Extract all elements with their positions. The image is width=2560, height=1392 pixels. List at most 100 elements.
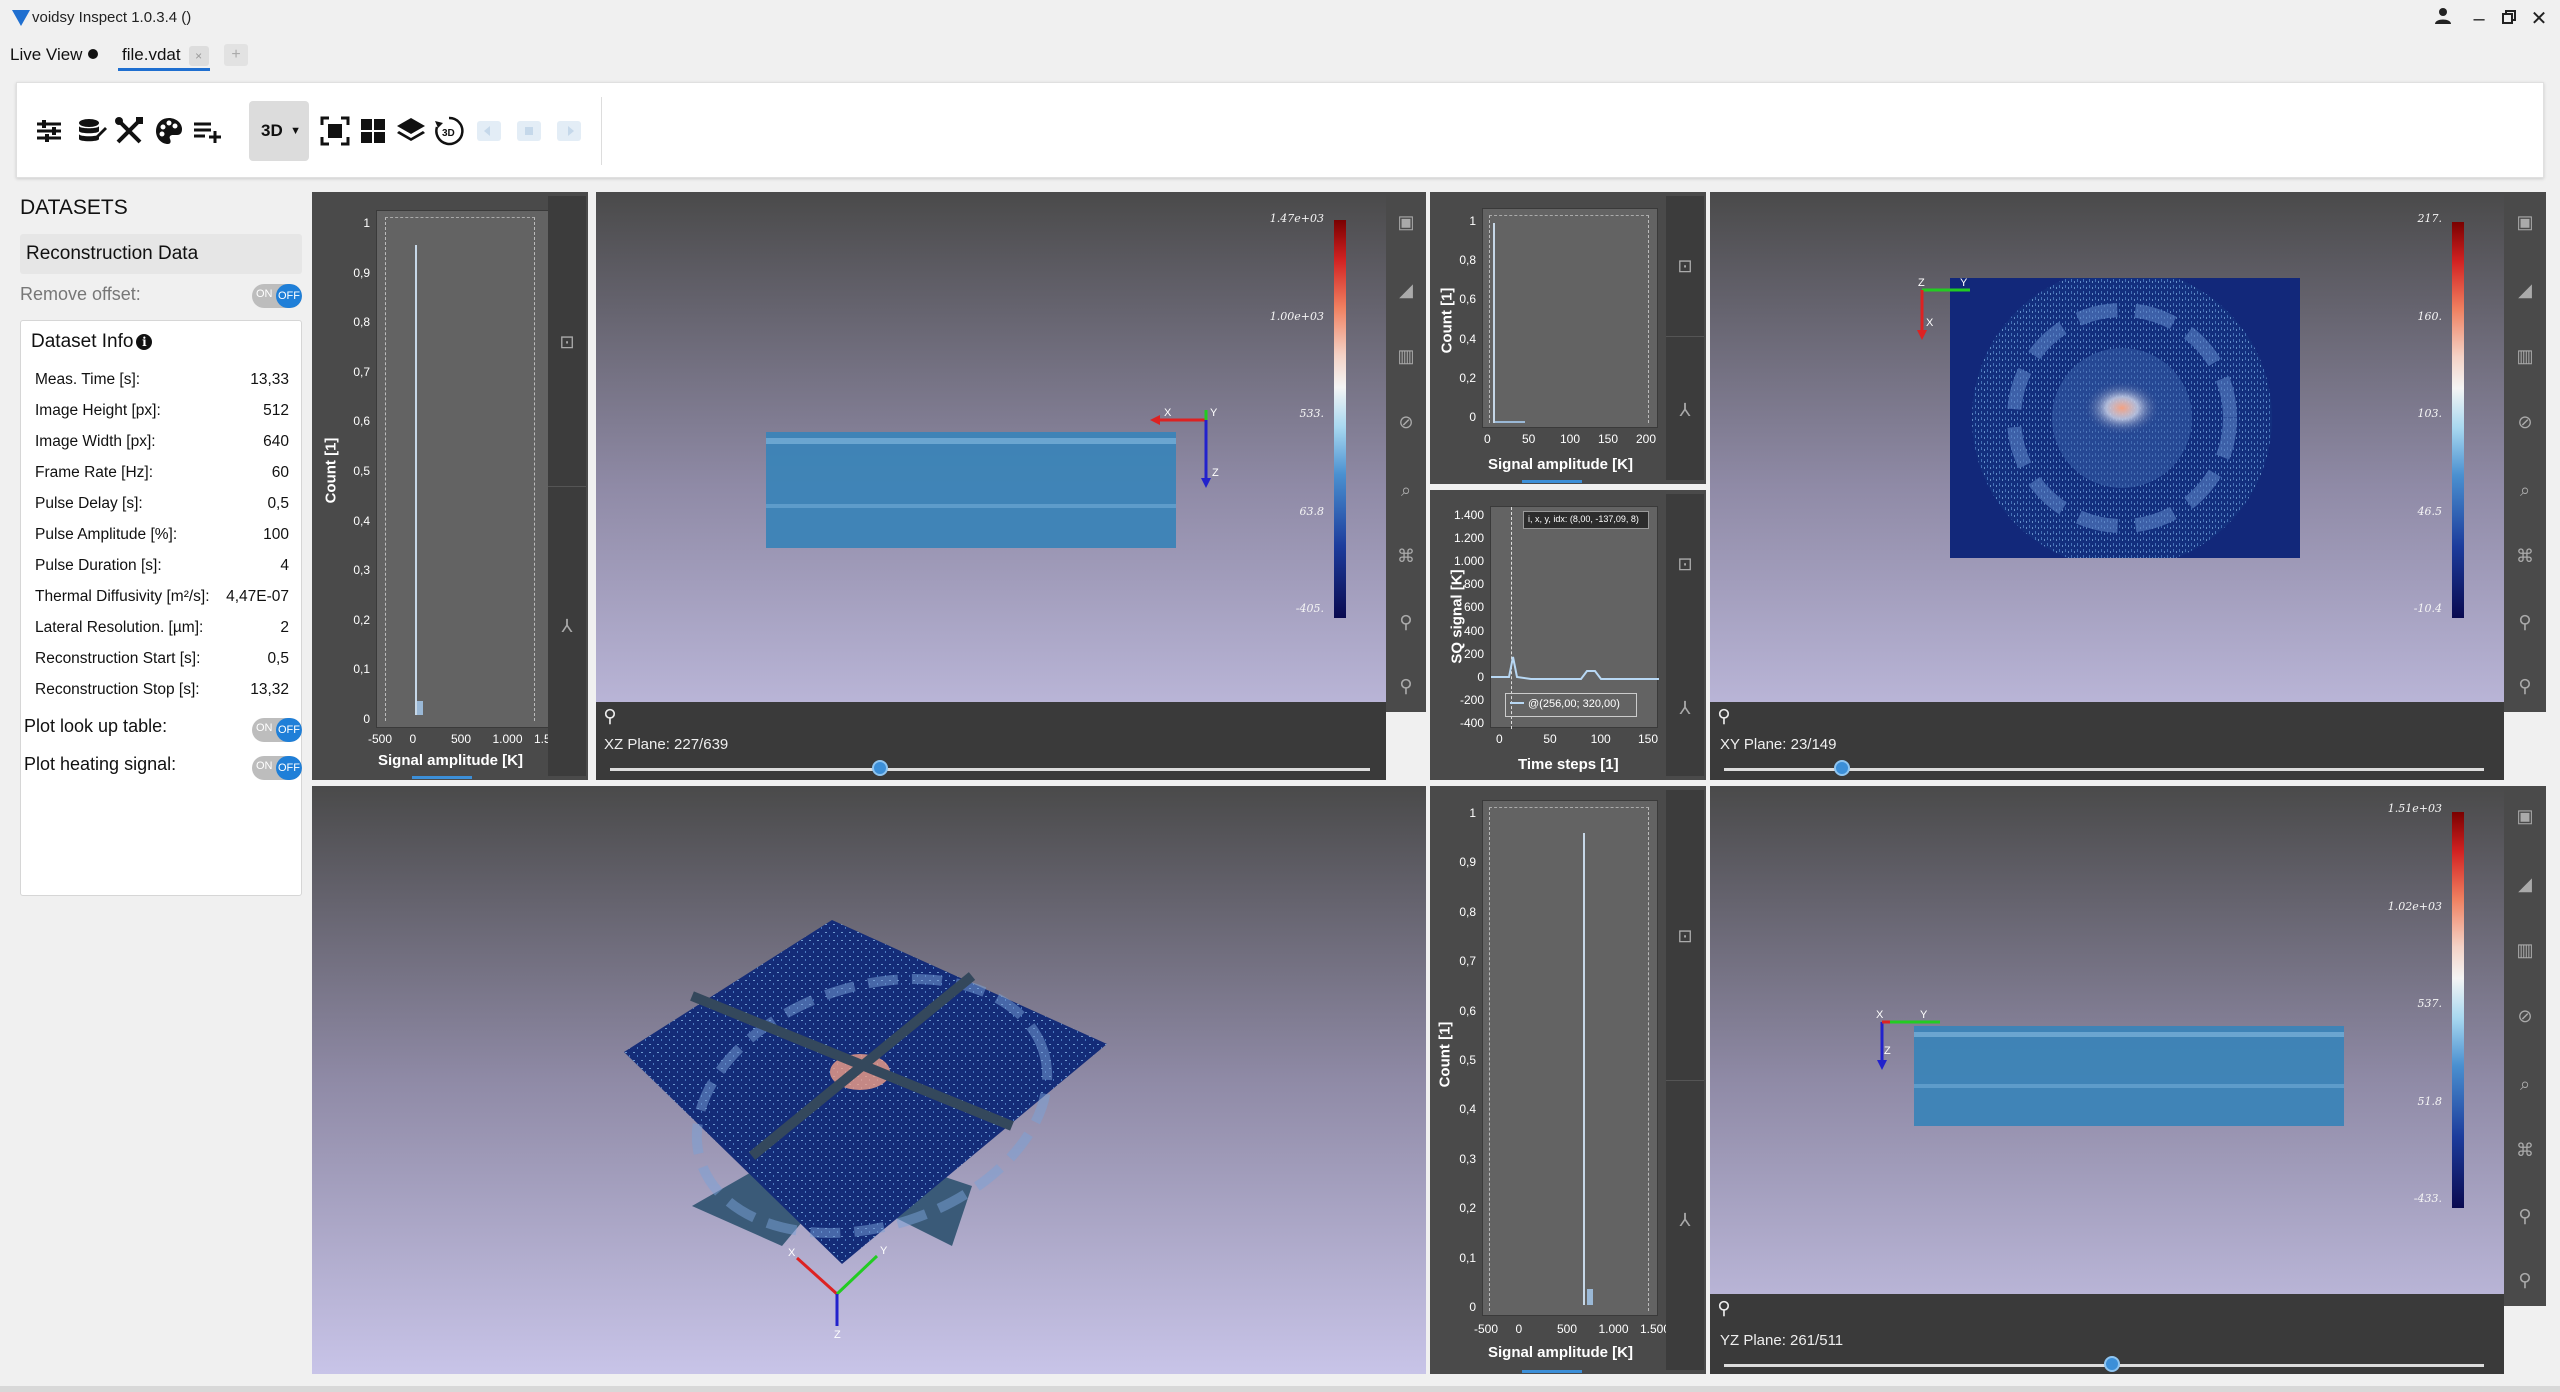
xz-slider-knob[interactable] [871,760,888,776]
palette-button[interactable] [151,111,187,151]
xz-slider-track[interactable] [610,768,1370,771]
database-button[interactable] [73,111,109,151]
histogram-plot-area-topmid[interactable] [1482,208,1658,428]
restore-button[interactable] [2494,6,2524,32]
axes-icon[interactable]: ⅄ [1675,698,1695,718]
chart-icon[interactable]: ◢ [2515,280,2535,300]
reset-icon [517,121,541,141]
histogram-plot-area-left[interactable] [376,210,552,728]
xz-view-side-toolbar: ▣ ◢ ▥ ⊘ ⌕ ⌘ ⚲ ⚲ [1386,192,1426,712]
tab-file-label: file.vdat [122,45,181,64]
axis-y-label: Y [880,1245,888,1257]
tab-live-view[interactable]: Live View [10,42,99,68]
undo-button[interactable] [471,111,507,151]
add-tab-button[interactable]: + [224,44,248,66]
remove-offset-toggle[interactable]: ON OFF [252,284,302,308]
tick-label: 150 [1638,732,1659,746]
rotate-3d-button[interactable]: 3D [431,111,467,151]
zoom-fit-icon[interactable]: ⊡ [1675,554,1695,574]
crop-icon[interactable]: ⌘ [2515,546,2535,566]
tick-label: -200 [1459,692,1484,707]
info-row-value: 60 [271,464,289,481]
zoom-fit-icon[interactable]: ⊡ [1675,256,1695,276]
pin-icon[interactable]: ⚲ [600,706,620,726]
info-icon[interactable]: i [136,334,153,350]
search-icon[interactable]: ⌕ [2515,480,2535,500]
tick-label: 400 [1463,623,1484,638]
axes-icon[interactable]: ⅄ [557,616,577,636]
marker-icon[interactable]: ⚲ [2515,676,2535,696]
yz-slider-knob[interactable] [2103,1356,2120,1372]
yz-slider-label: YZ Plane: 261/511 [1720,1332,1844,1349]
zoom-fit-icon[interactable]: ⊡ [557,332,577,352]
info-row-value: 13,32 [250,681,289,698]
location-icon[interactable]: ⚲ [2515,612,2535,632]
tick-label: 0,8 [1459,904,1476,919]
tab-file[interactable]: file.vdat × [122,42,209,68]
histogram-peak-bar [415,245,417,715]
settings-sliders-button[interactable] [31,111,67,151]
columns-icon[interactable]: ▥ [2515,346,2535,366]
tick-label: 600 [1463,600,1484,615]
info-row-value: 4 [280,557,289,574]
marker-icon[interactable]: ⚲ [2515,1270,2535,1290]
chart-icon[interactable]: ◢ [1396,280,1416,300]
xy-slider-knob[interactable] [1833,760,1850,776]
user-icon[interactable] [2428,6,2458,32]
add-list-button[interactable] [189,111,225,151]
x-axis-ticks: -50005001.0001.500 [1474,1322,1670,1338]
info-row-key: Lateral Resolution. [µm]: [35,619,204,636]
tick-label: 0,6 [1459,1003,1476,1018]
window-title: voidsy Inspect 1.0.3.4 () [32,9,192,26]
location-icon[interactable]: ⚲ [2515,1206,2535,1226]
dataset-item-reconstruction[interactable]: Reconstruction Data [20,234,302,274]
undo-icon [477,121,501,141]
tools-button[interactable] [111,111,147,151]
crop-icon[interactable]: ⌘ [1396,546,1416,566]
plot-heating-toggle[interactable]: ON OFF [252,756,302,780]
redo-button[interactable] [551,111,587,151]
app-logo-icon [12,10,30,26]
plot-lut-toggle[interactable]: ON OFF [252,718,302,742]
chart-icon[interactable]: ◢ [2515,874,2535,894]
reset-button[interactable] [511,111,547,151]
probe-icon[interactable]: ⊘ [2515,412,2535,432]
layers-button[interactable] [393,111,429,151]
zoom-fit-icon[interactable]: ⊡ [1675,926,1695,946]
view-mode-dropdown[interactable]: 3D ▼ [249,101,309,161]
marker-icon[interactable]: ⚲ [1396,676,1416,696]
columns-icon[interactable]: ▥ [2515,940,2535,960]
probe-icon[interactable]: ⊘ [2515,1006,2535,1026]
signal-plot-area[interactable]: i, x, y, idx: (8,00, -137,09, 8) @(256,0… [1490,506,1659,729]
pin-icon[interactable]: ⚲ [1714,706,1734,726]
histogram-peak-bar [1493,223,1495,423]
columns-icon[interactable]: ▥ [1396,346,1416,366]
axes-icon[interactable]: ⅄ [1675,400,1695,420]
probe-icon[interactable]: ⊘ [1396,412,1416,432]
xz-slider-bar: ⚲ XZ Plane: 227/639 [596,702,1386,780]
histogram-plot-area-bottommid[interactable] [1482,800,1658,1316]
xz-plane-view[interactable]: X Y Z 1.47e+03 1.00e+03 533. 63.8 -405. ⚲ XZ… [596,192,1386,780]
xy-plane-view[interactable]: Z Y X 217. 160. 103. 46.5 -10.4 ⚲ XY Plane: … [1710,192,2504,780]
close-window-button[interactable]: ✕ [2524,6,2554,32]
legend-text: @(256,00; 320,00) [1528,698,1620,710]
axes-gizmo-xy: Z Y X [1917,277,1970,340]
image-icon[interactable]: ▣ [2515,212,2535,232]
crop-icon[interactable]: ⌘ [2515,1140,2535,1160]
fit-view-button[interactable] [317,111,353,151]
minimize-button[interactable]: – [2464,6,2494,32]
colorbar-tick-label: 1.51e+03 [2387,802,2442,815]
search-icon[interactable]: ⌕ [2515,1074,2535,1094]
image-icon[interactable]: ▣ [2515,806,2535,826]
location-icon[interactable]: ⚲ [1396,612,1416,632]
3d-view[interactable]: X Y Z [312,786,1426,1374]
image-icon[interactable]: ▣ [1396,212,1416,232]
yz-plane-view[interactable]: X Y Z 1.51e+03 1.02e+03 537. 51.8 -433. ⚲ YZ… [1710,786,2504,1374]
grid-layout-button[interactable] [355,111,391,151]
tab-close-icon[interactable]: × [188,46,209,66]
search-icon[interactable]: ⌕ [1396,480,1416,500]
pin-icon[interactable]: ⚲ [1714,1298,1734,1318]
axes-icon[interactable]: ⅄ [1675,1210,1695,1230]
playlist-add-icon [194,122,221,143]
toggle-on-text: ON [256,288,273,300]
